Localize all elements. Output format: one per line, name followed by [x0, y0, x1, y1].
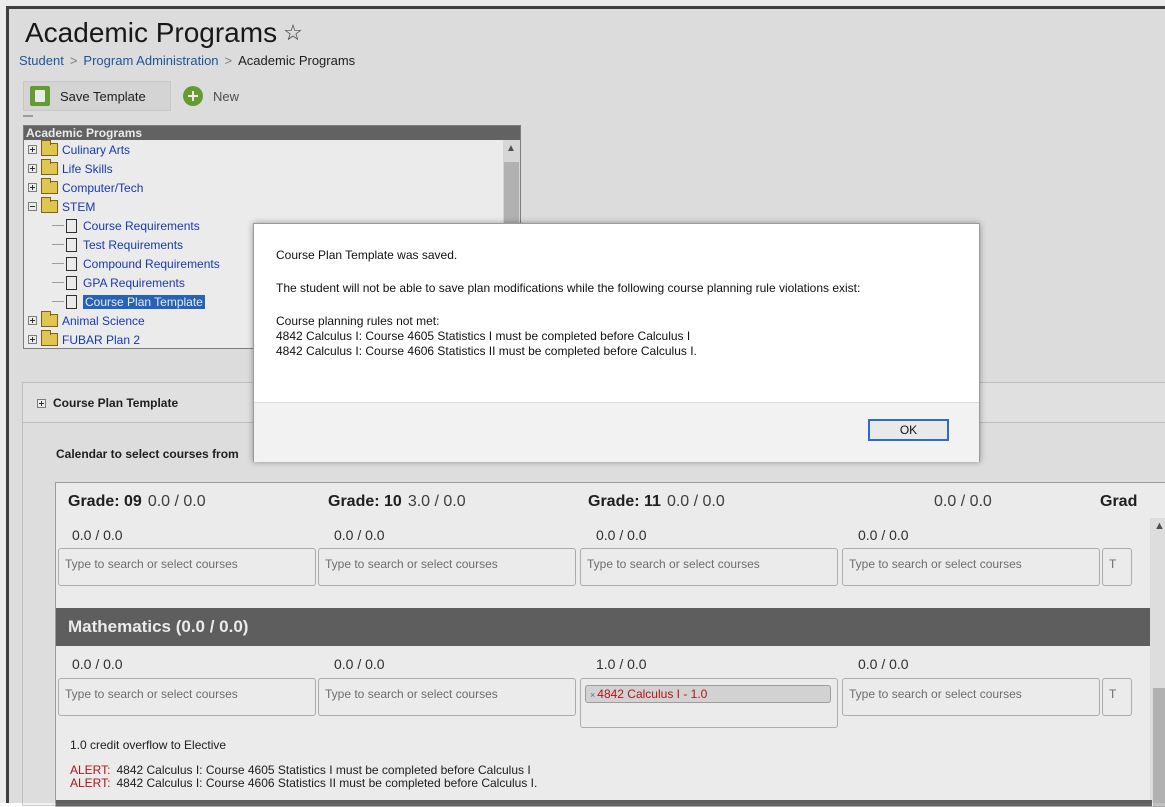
dialog-rules-heading: Course planning rules not met:	[276, 314, 440, 328]
save-confirmation-dialog: Course Plan Template was saved. The stud…	[253, 223, 980, 462]
dialog-footer: OK	[254, 402, 979, 462]
dialog-rule-violation: 4842 Calculus I: Course 4605 Statistics …	[276, 329, 691, 343]
dialog-rule-violation: 4842 Calculus I: Course 4606 Statistics …	[276, 344, 697, 358]
dialog-warning-message: The student will not be able to save pla…	[276, 281, 861, 295]
dialog-saved-message: Course Plan Template was saved.	[276, 248, 458, 262]
ok-button[interactable]: OK	[868, 419, 949, 441]
